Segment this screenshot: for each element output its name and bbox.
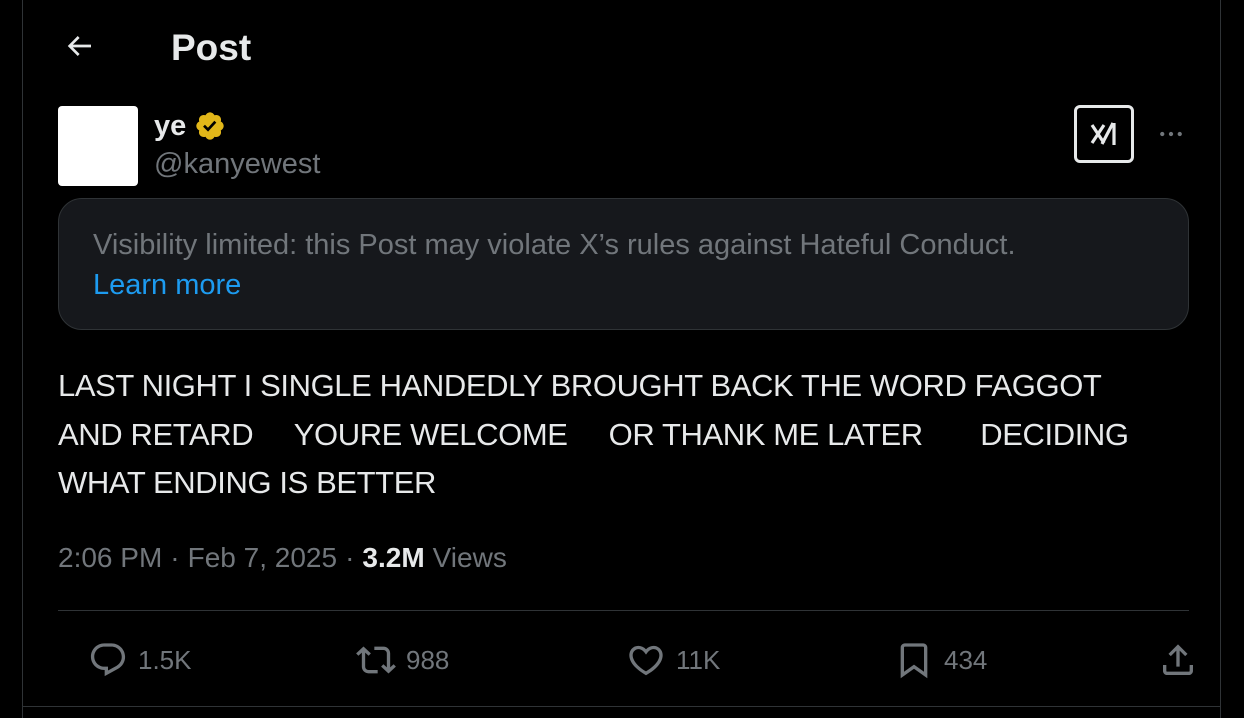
- reply-count: 1.5K: [138, 644, 192, 675]
- grok-button[interactable]: [1074, 105, 1134, 163]
- avatar[interactable]: [58, 106, 138, 186]
- back-button[interactable]: [59, 26, 99, 66]
- reply-icon: [90, 643, 126, 677]
- more-horizontal-icon: [1160, 131, 1182, 137]
- learn-more-link[interactable]: Learn more: [93, 265, 241, 305]
- page-title: Post: [171, 27, 252, 68]
- heart-icon: [629, 645, 663, 676]
- post-meta: 2:06 PM · Feb 7, 2025 · 3.2M Views: [58, 536, 507, 580]
- author-handle[interactable]: @kanyewest: [154, 146, 320, 182]
- post-body: LAST NIGHT I SINGLE HANDEDLY BROUGHT BAC…: [58, 368, 1129, 500]
- share-icon: [1163, 644, 1193, 675]
- like-count: 11K: [676, 644, 721, 675]
- repost-icon: [356, 646, 396, 674]
- repost-count: 988: [406, 644, 450, 675]
- divider: [58, 610, 1189, 611]
- grok-icon: [1090, 122, 1116, 145]
- bookmark-icon: [900, 643, 928, 679]
- author-name-row[interactable]: ye: [154, 108, 226, 144]
- action-bar: 1.5K 988 11K 434: [58, 630, 1193, 690]
- meta-separator: ·: [170, 542, 180, 573]
- bookmark-count: 434: [944, 644, 988, 675]
- verified-badge-icon[interactable]: [194, 110, 226, 142]
- repost-button[interactable]: 988: [356, 630, 449, 690]
- visibility-notice-text: Visibility limited: this Post may violat…: [93, 229, 1016, 261]
- reply-button[interactable]: 1.5K: [88, 630, 192, 690]
- post-detail-panel: Post ye @kanyewest Visibility limited: t…: [22, 0, 1221, 718]
- author-name[interactable]: ye: [154, 108, 186, 144]
- bottom-border: [22, 706, 1221, 707]
- bookmark-button[interactable]: 434: [894, 630, 987, 690]
- post-time[interactable]: 2:06 PM: [58, 536, 162, 580]
- more-options-button[interactable]: [1151, 114, 1191, 154]
- views-count[interactable]: 3.2M: [362, 536, 424, 580]
- share-button[interactable]: [1158, 630, 1198, 690]
- post-date[interactable]: Feb 7, 2025: [188, 536, 337, 580]
- arrow-left-icon: [67, 36, 91, 56]
- like-button[interactable]: 11K: [626, 630, 720, 690]
- meta-separator: ·: [345, 542, 355, 573]
- views-label: Views: [432, 542, 507, 573]
- page-header: Post: [23, 0, 1222, 96]
- visibility-notice: Visibility limited: this Post may violat…: [58, 198, 1189, 330]
